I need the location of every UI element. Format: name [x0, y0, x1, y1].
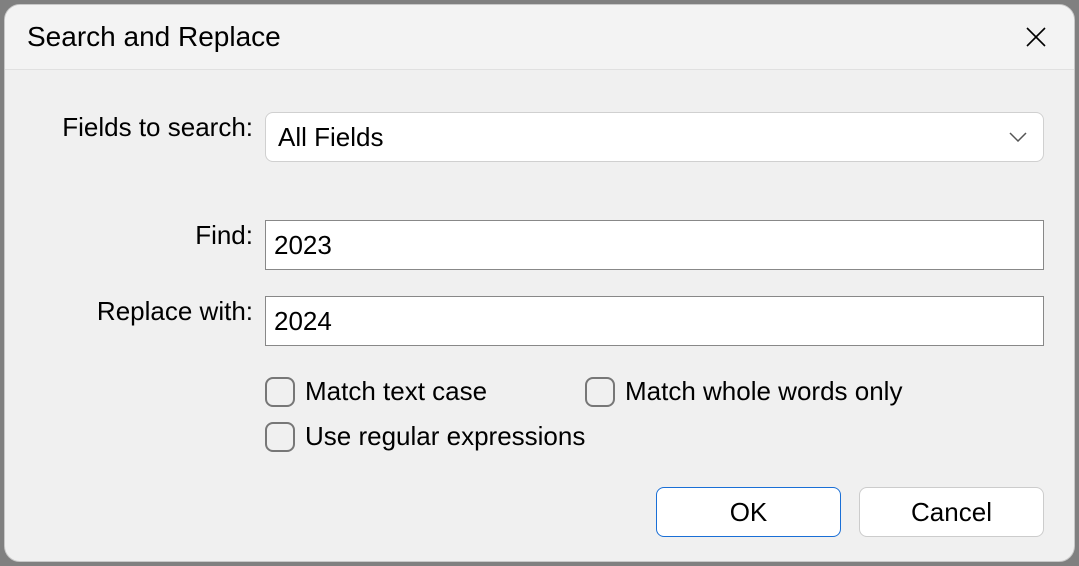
checkbox-box	[265, 377, 295, 407]
regex-checkbox[interactable]: Use regular expressions	[265, 421, 1044, 452]
dropdown-value: All Fields	[278, 122, 383, 153]
dialog-content: Fields to search: All Fields Find: Repla…	[5, 70, 1074, 561]
titlebar: Search and Replace	[5, 5, 1074, 70]
ok-button[interactable]: OK	[656, 487, 841, 537]
dialog-title: Search and Replace	[27, 21, 281, 53]
chevron-down-icon	[1009, 132, 1027, 142]
replace-with-label: Replace with:	[35, 296, 257, 348]
replace-with-input[interactable]	[265, 296, 1044, 346]
checkbox-box	[585, 377, 615, 407]
button-row: OK Cancel	[656, 487, 1044, 537]
match-case-label: Match text case	[305, 376, 487, 407]
find-input[interactable]	[265, 220, 1044, 270]
checkbox-box	[265, 422, 295, 452]
close-icon[interactable]	[1026, 27, 1046, 47]
match-case-checkbox[interactable]: Match text case	[265, 376, 585, 407]
cancel-button[interactable]: Cancel	[859, 487, 1044, 537]
regex-label: Use regular expressions	[305, 421, 585, 452]
search-replace-dialog: Search and Replace Fields to search: All…	[4, 4, 1075, 562]
whole-words-checkbox[interactable]: Match whole words only	[585, 376, 902, 407]
fields-to-search-dropdown[interactable]: All Fields	[265, 112, 1044, 162]
fields-to-search-label: Fields to search:	[35, 112, 257, 172]
whole-words-label: Match whole words only	[625, 376, 902, 407]
find-label: Find:	[35, 220, 257, 272]
